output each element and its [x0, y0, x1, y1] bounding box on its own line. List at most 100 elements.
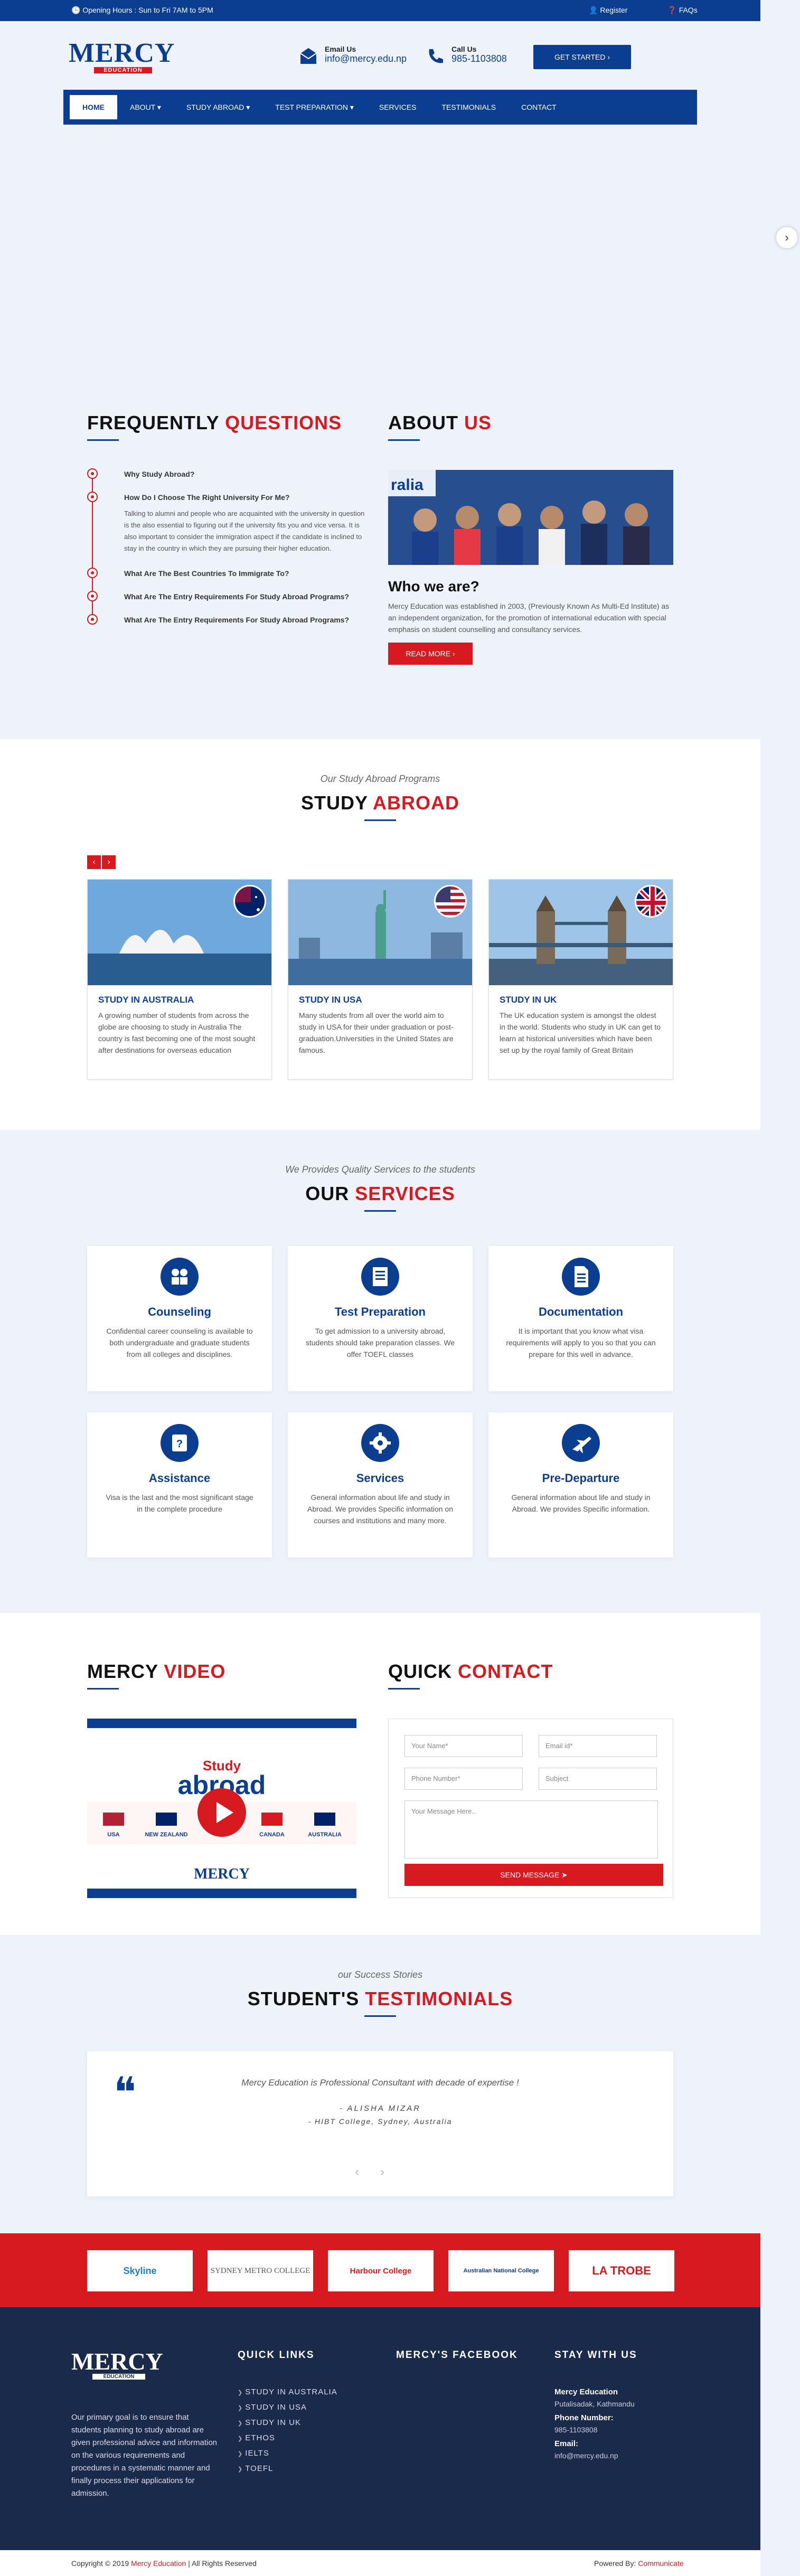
service-card-assistance[interactable]: ? Assistance Visa is the last and the most…	[87, 1412, 272, 1558]
footer-contact: STAY WITH US Mercy Education Putalisadak…	[554, 2349, 637, 2460]
nav-contact[interactable]: CONTACT	[509, 95, 569, 119]
section-subtitle: Our Study Abroad Programs	[320, 773, 440, 784]
register-link[interactable]: 👤 Register	[589, 6, 646, 14]
name-input[interactable]: Your Name*	[404, 1735, 523, 1757]
partners-strip: Skyline SYDNEY METRO COLLEGE Harbour Col…	[0, 2233, 760, 2307]
site-logo[interactable]: MERCY EDUCATION	[69, 40, 174, 77]
service-card-pre-departure[interactable]: Pre-Departure General information about l…	[488, 1412, 673, 1558]
service-card-documentation[interactable]: Documentation It is important that you kn…	[488, 1246, 673, 1391]
email-link[interactable]: info@mercy.edu.np	[325, 53, 407, 64]
footer-facebook: MERCY'S FACEBOOK	[396, 2349, 518, 2361]
usa-flag-icon	[434, 885, 467, 918]
message-textarea[interactable]: Your Message Here..	[404, 1800, 658, 1858]
email-input[interactable]: Email id*	[539, 1735, 657, 1757]
copyright-bar: Copyright © 2019 Mercy Education | All R…	[0, 2550, 760, 2576]
footer-link[interactable]: ETHOS	[238, 2433, 337, 2442]
australia-flag-icon	[233, 885, 266, 918]
partner-logo[interactable]: Skyline	[87, 2250, 193, 2291]
contact-column: QUICK CONTACT Your Name* Email id* Phone …	[388, 1660, 673, 1898]
footer-about: MERCY EDUCATION Our primary goal is to e…	[71, 2349, 219, 2500]
footer-link[interactable]: STUDY IN USA	[238, 2403, 337, 2412]
phone-input[interactable]: Phone Number*	[404, 1768, 523, 1790]
nav-services[interactable]: SERVICES	[366, 95, 429, 119]
faq-heading: FREQUENTLY QUESTIONS	[87, 412, 342, 433]
service-card-counseling[interactable]: Counseling Confidential career counseling…	[87, 1246, 272, 1391]
question-icon: ?	[161, 1424, 199, 1462]
heading-underline	[364, 819, 396, 821]
sydney-opera-house-image	[88, 880, 271, 985]
opening-hours: 🕒 Opening Hours : Sun to Fri 7AM to 5PM	[71, 6, 213, 14]
partner-logo[interactable]: SYDNEY METRO COLLEGE	[208, 2250, 313, 2291]
uk-flag-icon	[635, 885, 667, 918]
top-bar: 🕒 Opening Hours : Sun to Fri 7AM to 5PM …	[0, 0, 760, 21]
footer-about-text: Our primary goal is to ensure that stude…	[71, 2413, 217, 2498]
services-grid: Counseling Confidential career counseling…	[87, 1246, 673, 1558]
partner-logo[interactable]: LA TROBE	[569, 2250, 674, 2291]
study-card-usa[interactable]: STUDY IN USA Many students from all over …	[288, 879, 473, 1080]
nav-study-abroad[interactable]: STUDY ABROAD ▾	[174, 95, 262, 119]
about-column: ABOUT US ralia Who we are? Mercy Educati…	[388, 412, 673, 665]
faq-item[interactable]: How Do I Choose The Right University For…	[87, 492, 367, 554]
test-icon	[361, 1258, 399, 1296]
service-card-services[interactable]: Services General information about life a…	[288, 1412, 473, 1558]
study-abroad-section: Our Study Abroad Programs STUDY ABROAD ‹…	[0, 739, 760, 1130]
video-contact-section: MERCY VIDEO Study abroad USA NEW ZEALAND…	[0, 1613, 760, 1935]
send-message-button[interactable]: SEND MESSAGE ➤	[404, 1864, 663, 1886]
contact-heading: QUICK CONTACT	[388, 1660, 553, 1682]
study-abroad-heading: STUDY ABROAD	[0, 792, 760, 821]
footer-quick-links: QUICK LINKS STUDY IN AUSTRALIA STUDY IN …	[238, 2349, 337, 2479]
gear-icon	[361, 1424, 399, 1462]
study-card-uk[interactable]: STUDY IN UK The UK education system is am…	[488, 879, 673, 1080]
section-subtitle: our Success Stories	[337, 1969, 423, 1980]
partner-logo[interactable]: Australian National College	[448, 2250, 554, 2291]
counseling-icon	[161, 1258, 199, 1296]
partner-logo[interactable]: Harbour College	[328, 2250, 434, 2291]
subject-input[interactable]: Subject	[539, 1768, 657, 1790]
faq-item[interactable]: Why Study Abroad?	[87, 468, 367, 479]
call-info: Call Us 985-1103808	[429, 45, 507, 64]
testimonial-text: Mercy Education is Professional Consulta…	[241, 2078, 519, 2088]
faq-dot-icon	[87, 568, 98, 578]
faq-item[interactable]: What Are The Entry Requirements For Stud…	[87, 591, 367, 601]
footer-link[interactable]: STUDY IN UK	[238, 2418, 337, 2427]
slider-next-button[interactable]: ›	[776, 227, 797, 248]
powered-by: Powered By: Communicate	[594, 2559, 684, 2568]
phone-link[interactable]: 985-1103808	[451, 53, 507, 64]
svg-text:?: ?	[176, 1438, 183, 1450]
carousel-prev-button[interactable]: ‹	[87, 855, 101, 869]
footer-link[interactable]: STUDY IN AUSTRALIA	[238, 2388, 337, 2396]
who-we-are-heading: Who we are?	[388, 578, 479, 595]
video-player[interactable]: Study abroad USA NEW ZEALAND UK CANADA A…	[87, 1719, 356, 1898]
mail-icon	[300, 48, 317, 64]
play-button-icon[interactable]	[195, 1786, 248, 1839]
hero-title: With Mercy	[53, 200, 188, 228]
carousel-arrows: ‹ ›	[87, 855, 117, 869]
heading-underline	[87, 439, 119, 441]
get-in-touch-button[interactable]: GET IN TOUCH	[53, 293, 137, 315]
faq-dot-icon	[87, 492, 98, 502]
banner-text: ralia	[391, 476, 423, 494]
nav-about[interactable]: ABOUT ▾	[117, 95, 174, 119]
service-card-test-preparation[interactable]: Test Preparation To get admission to a un…	[288, 1246, 473, 1391]
nav-test-preparation[interactable]: TEST PREPARATION ▾	[262, 95, 366, 119]
footer-link[interactable]: IELTS	[238, 2449, 337, 2458]
nav-testimonials[interactable]: TESTIMONIALS	[429, 95, 509, 119]
footer-logo[interactable]: MERCY	[71, 2349, 219, 2374]
faqs-link[interactable]: ❓ FAQs	[667, 6, 716, 14]
testimonial-nav[interactable]: ‹›	[87, 2165, 673, 2179]
read-more-button[interactable]: READ MORE ›	[388, 643, 473, 665]
footer-link[interactable]: TOEFL	[238, 2464, 337, 2473]
hero-slider: Choose Your Dream Destination With Mercy…	[0, 119, 760, 364]
carousel-next-button[interactable]: ›	[102, 855, 116, 869]
faq-item[interactable]: What Are The Best Countries To Immigrate…	[87, 568, 367, 578]
get-started-button[interactable]: GET STARTED ›	[533, 45, 631, 69]
footer-email-link[interactable]: info@mercy.edu.np	[554, 2451, 637, 2460]
faq-item[interactable]: What Are The Entry Requirements For Stud…	[87, 614, 367, 625]
hero-text: Our objective is to provide a formal and…	[53, 237, 291, 271]
study-card-australia[interactable]: STUDY IN AUSTRALIA A growing number of st…	[87, 879, 272, 1080]
team-photo: ralia	[388, 470, 673, 565]
faq-dot-icon	[87, 614, 98, 625]
testimonial-name: - ALISHA MIZAR	[339, 2104, 421, 2113]
copyright-text: Copyright © 2019 Mercy Education | All R…	[71, 2559, 257, 2568]
nav-home[interactable]: HOME	[70, 95, 117, 119]
